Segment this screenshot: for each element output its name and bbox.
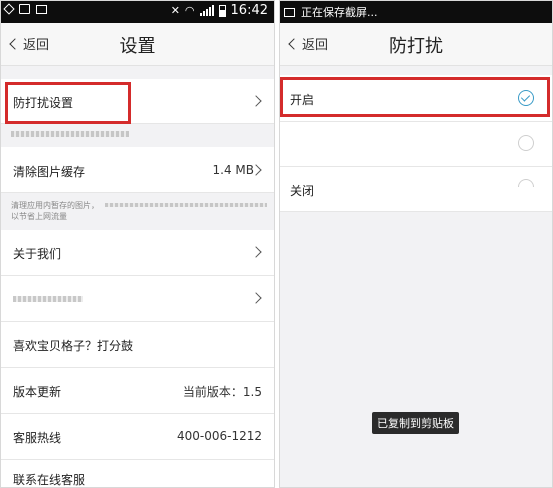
option-off[interactable]: 关闭 <box>280 167 552 212</box>
version-label: 版本更新 <box>13 385 62 399</box>
version-item[interactable]: 版本更新 当前版本：1.5 <box>1 368 274 414</box>
chevron-right-icon <box>250 292 262 304</box>
blurred-text <box>11 131 129 137</box>
screenshot-icon <box>284 7 295 17</box>
notification-icon <box>3 3 15 15</box>
blurred-text <box>105 203 267 207</box>
chevron-right-icon <box>250 95 262 107</box>
service-hotline-label: 客服热线 <box>13 431 62 445</box>
dnd-screen: 正在保存截屏... 返回 防打扰 开启 关闭 已复制到剪贴板 <box>279 0 553 488</box>
radio-circle-icon <box>518 179 534 187</box>
status-bar: ✕ ◠ 16:42 <box>1 1 274 23</box>
image-icon <box>36 4 47 14</box>
rate-app-label: 喜欢宝贝格子？打分鼓 <box>13 339 134 353</box>
status-text: 正在保存截屏... <box>301 6 378 19</box>
nav-bar: 返回 设置 <box>1 23 274 66</box>
battery-icon <box>218 4 226 17</box>
cache-size: 1.4 MB <box>212 163 254 177</box>
online-service-item[interactable]: 联系在线客服 <box>1 460 274 487</box>
about-us-item[interactable]: 关于我们 <box>1 230 274 276</box>
settings-screen: ✕ ◠ 16:42 返回 设置 防打扰设置 清除图片缓存 1.4 MB 清理应用… <box>0 0 275 488</box>
option-middle[interactable] <box>280 122 552 167</box>
status-bar: 正在保存截屏... <box>280 1 552 23</box>
about-us-label: 关于我们 <box>13 247 62 261</box>
chevron-right-icon <box>250 246 262 258</box>
clear-cache-item[interactable]: 清除图片缓存 1.4 MB <box>1 147 274 193</box>
radio-circle-icon <box>518 135 534 151</box>
page-title: 设置 <box>119 36 156 57</box>
rate-app-item[interactable]: 喜欢宝贝格子？打分鼓 <box>1 322 274 368</box>
highlight-box <box>5 82 131 124</box>
message-icon <box>19 4 30 14</box>
service-hotline-value: 400-006-1212 <box>176 429 262 443</box>
online-service-label: 联系在线客服 <box>13 473 86 487</box>
cache-hint: 清理应用内暂存的图片， 以节省上网流量 <box>11 200 99 222</box>
toast-message: 已复制到剪贴板 <box>372 412 459 434</box>
wifi-icon: ◠ <box>184 4 195 17</box>
cache-hint-line: 以节省上网流量 <box>11 212 67 221</box>
cache-hint-line: 清理应用内暂存的图片， <box>11 201 99 210</box>
blurred-text <box>13 296 83 302</box>
version-value: 当前版本：1.5 <box>182 385 262 399</box>
status-time: 16:42 <box>230 3 268 18</box>
clear-cache-label: 清除图片缓存 <box>13 165 86 179</box>
nav-bar: 返回 防打扰 <box>280 23 552 66</box>
service-hotline-item[interactable]: 客服热线 400-006-1212 <box>1 414 274 460</box>
blurred-item[interactable] <box>1 276 274 322</box>
page-title: 防打扰 <box>389 36 443 57</box>
signal-icon <box>199 5 214 16</box>
mute-icon: ✕ <box>170 4 180 17</box>
option-off-label: 关闭 <box>290 184 315 198</box>
highlight-box <box>280 77 550 117</box>
